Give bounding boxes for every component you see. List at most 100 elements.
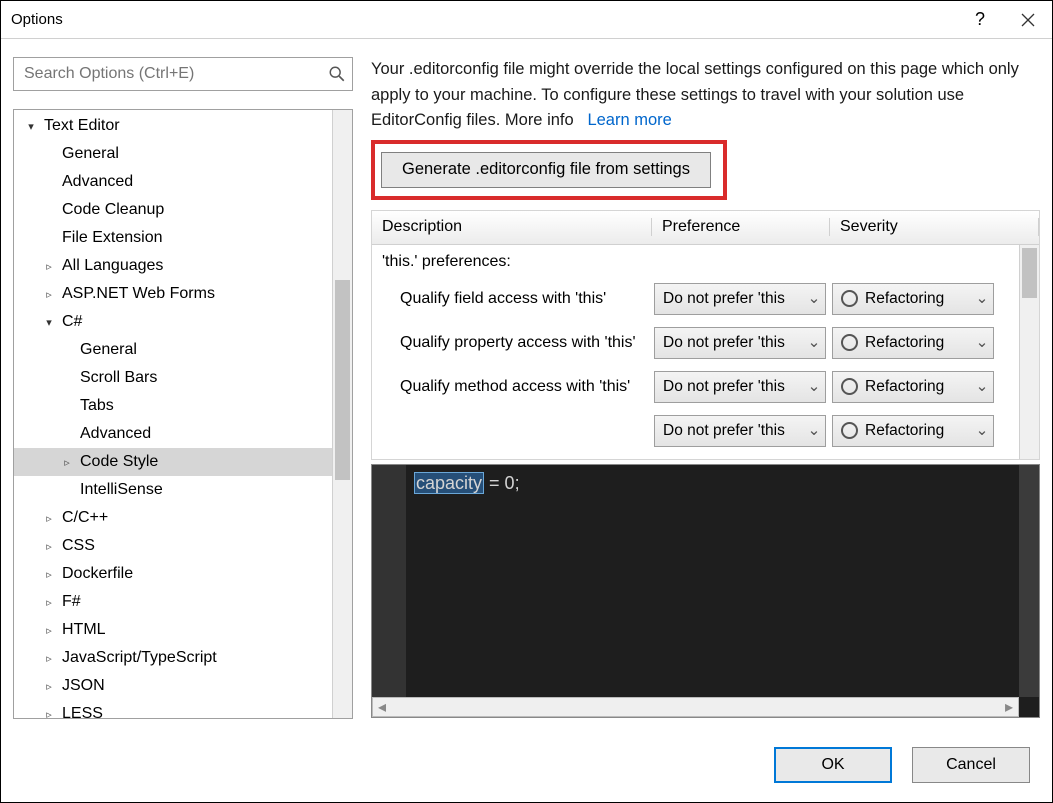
tree-item[interactable]: Advanced xyxy=(14,168,352,196)
severity-circle-icon xyxy=(841,422,858,439)
severity-dropdown[interactable]: Refactoring⌄ xyxy=(832,371,994,403)
tree-item[interactable]: IntelliSense xyxy=(14,476,352,504)
code-vscrollbar[interactable] xyxy=(1019,465,1039,697)
tree-item[interactable]: ▾ C# xyxy=(14,308,352,336)
chevron-down-icon: ⌄ xyxy=(975,333,989,352)
row-description: Qualify field access with 'this' xyxy=(378,289,654,309)
table-scrollbar[interactable] xyxy=(1019,245,1039,459)
code-scroll-corner xyxy=(1019,697,1039,717)
row-description: Qualify method access with 'this' xyxy=(378,377,654,397)
scroll-right-arrow[interactable]: ▸ xyxy=(1000,698,1018,716)
tree-item[interactable]: ▹C/C++ xyxy=(14,504,352,532)
chevron-down-icon[interactable]: ▾ xyxy=(42,316,56,329)
close-button[interactable] xyxy=(1004,1,1052,39)
tree-item[interactable]: ▹LESS xyxy=(14,700,352,719)
scroll-left-arrow[interactable]: ◂ xyxy=(373,698,391,716)
chevron-right-icon[interactable]: ▹ xyxy=(42,624,56,637)
chevron-down-icon: ⌄ xyxy=(975,289,989,308)
tree-item[interactable]: File Extension xyxy=(14,224,352,252)
chevron-right-icon[interactable]: ▹ xyxy=(42,680,56,693)
chevron-down-icon: ⌄ xyxy=(807,421,821,440)
window-title: Options xyxy=(11,11,956,28)
code-hscrollbar[interactable]: ◂ ▸ xyxy=(372,697,1019,717)
col-severity[interactable]: Severity xyxy=(830,218,1039,236)
table-scroll-thumb[interactable] xyxy=(1022,248,1037,298)
tree-item[interactable]: Scroll Bars xyxy=(14,364,352,392)
info-text: Your .editorconfig file might override t… xyxy=(371,57,1040,138)
tree-item[interactable]: ▹All Languages xyxy=(14,252,352,280)
search-icon[interactable] xyxy=(322,65,352,83)
tree-item-label: Scroll Bars xyxy=(80,369,157,387)
tree-item[interactable]: Code Cleanup xyxy=(14,196,352,224)
tree-item-label: IntelliSense xyxy=(80,481,163,499)
tree-item[interactable]: General xyxy=(14,336,352,364)
chevron-down-icon[interactable]: ▾ xyxy=(24,120,38,133)
tree-item-label: General xyxy=(80,341,137,359)
tree-item-label: JavaScript/TypeScript xyxy=(62,649,217,667)
learn-more-link[interactable]: Learn more xyxy=(587,111,671,129)
search-input[interactable] xyxy=(14,65,322,83)
code-preview: capacity = 0; ◂ ▸ xyxy=(371,464,1040,718)
preference-dropdown[interactable]: Do not prefer 'this⌄ xyxy=(654,415,826,447)
tree-item-label: CSS xyxy=(62,537,95,555)
tree-item[interactable]: ▹ ASP.NET Web Forms xyxy=(14,280,352,308)
tree-item-label: File Extension xyxy=(62,229,163,247)
tree-item-label: Advanced xyxy=(80,425,151,443)
preference-dropdown[interactable]: Do not prefer 'this⌄ xyxy=(654,327,826,359)
chevron-right-icon[interactable]: ▹ xyxy=(42,260,56,273)
code-gutter xyxy=(372,465,406,717)
chevron-right-icon[interactable]: ▹ xyxy=(42,568,56,581)
preference-dropdown[interactable]: Do not prefer 'this⌄ xyxy=(654,283,826,315)
tree-item[interactable]: Advanced xyxy=(14,420,352,448)
chevron-down-icon: ⌄ xyxy=(807,377,821,396)
tree-item[interactable]: ▹ JSON xyxy=(14,672,352,700)
tree-item-label: Advanced xyxy=(62,173,133,191)
code-highlight: capacity xyxy=(414,472,484,494)
tree-item[interactable]: ▹Code Style xyxy=(14,448,352,476)
tree-item[interactable]: ▹ HTML xyxy=(14,616,352,644)
tree-item[interactable]: ▹ CSS xyxy=(14,532,352,560)
tree-item-label: Tabs xyxy=(80,397,114,415)
preference-dropdown[interactable]: Do not prefer 'this⌄ xyxy=(654,371,826,403)
help-button[interactable]: ? xyxy=(956,1,1004,39)
chevron-down-icon: ⌄ xyxy=(807,333,821,352)
ok-button[interactable]: OK xyxy=(774,747,892,783)
close-icon xyxy=(1021,13,1035,27)
col-description[interactable]: Description xyxy=(372,218,652,236)
severity-dropdown[interactable]: Refactoring⌄ xyxy=(832,327,994,359)
col-preference[interactable]: Preference xyxy=(652,218,830,236)
tree-item-label: HTML xyxy=(62,621,106,639)
severity-dropdown[interactable]: Refactoring⌄ xyxy=(832,415,994,447)
table-row: Qualify field access with 'this'Do not p… xyxy=(372,277,1039,321)
chevron-right-icon[interactable]: ▹ xyxy=(42,540,56,553)
tree-item-label: ASP.NET Web Forms xyxy=(62,285,215,303)
chevron-right-icon[interactable]: ▹ xyxy=(42,652,56,665)
generate-editorconfig-button[interactable]: Generate .editorconfig file from setting… xyxy=(381,152,711,188)
tree-item-label: C# xyxy=(62,313,82,331)
tree-item-label: F# xyxy=(62,593,81,611)
tree-item[interactable]: ▹Dockerfile xyxy=(14,560,352,588)
chevron-down-icon: ⌄ xyxy=(975,377,989,396)
chevron-down-icon: ⌄ xyxy=(807,289,821,308)
severity-dropdown[interactable]: Refactoring⌄ xyxy=(832,283,994,315)
chevron-right-icon[interactable]: ▹ xyxy=(60,456,74,469)
chevron-right-icon[interactable]: ▹ xyxy=(42,512,56,525)
tree-item[interactable]: ▾Text Editor xyxy=(14,112,352,140)
cancel-button[interactable]: Cancel xyxy=(912,747,1030,783)
tree-item[interactable]: ▹ F# xyxy=(14,588,352,616)
tree-item[interactable]: General xyxy=(14,140,352,168)
table-row: Do not prefer 'this⌄Refactoring⌄ xyxy=(372,409,1039,453)
tree-item-label: JSON xyxy=(62,677,105,695)
search-box[interactable] xyxy=(13,57,353,91)
tree-scroll-thumb[interactable] xyxy=(335,280,350,480)
row-description: Qualify property access with 'this' xyxy=(378,333,654,353)
chevron-right-icon[interactable]: ▹ xyxy=(42,288,56,301)
tree-scrollbar[interactable] xyxy=(332,110,352,718)
chevron-right-icon[interactable]: ▹ xyxy=(42,708,56,720)
tree-item[interactable]: Tabs xyxy=(14,392,352,420)
title-bar: Options ? xyxy=(1,1,1052,39)
tree-item[interactable]: ▹ JavaScript/TypeScript xyxy=(14,644,352,672)
table-row: Qualify property access with 'this'Do no… xyxy=(372,321,1039,365)
options-tree: ▾Text EditorGeneralAdvancedCode CleanupF… xyxy=(13,109,353,719)
chevron-right-icon[interactable]: ▹ xyxy=(42,596,56,609)
